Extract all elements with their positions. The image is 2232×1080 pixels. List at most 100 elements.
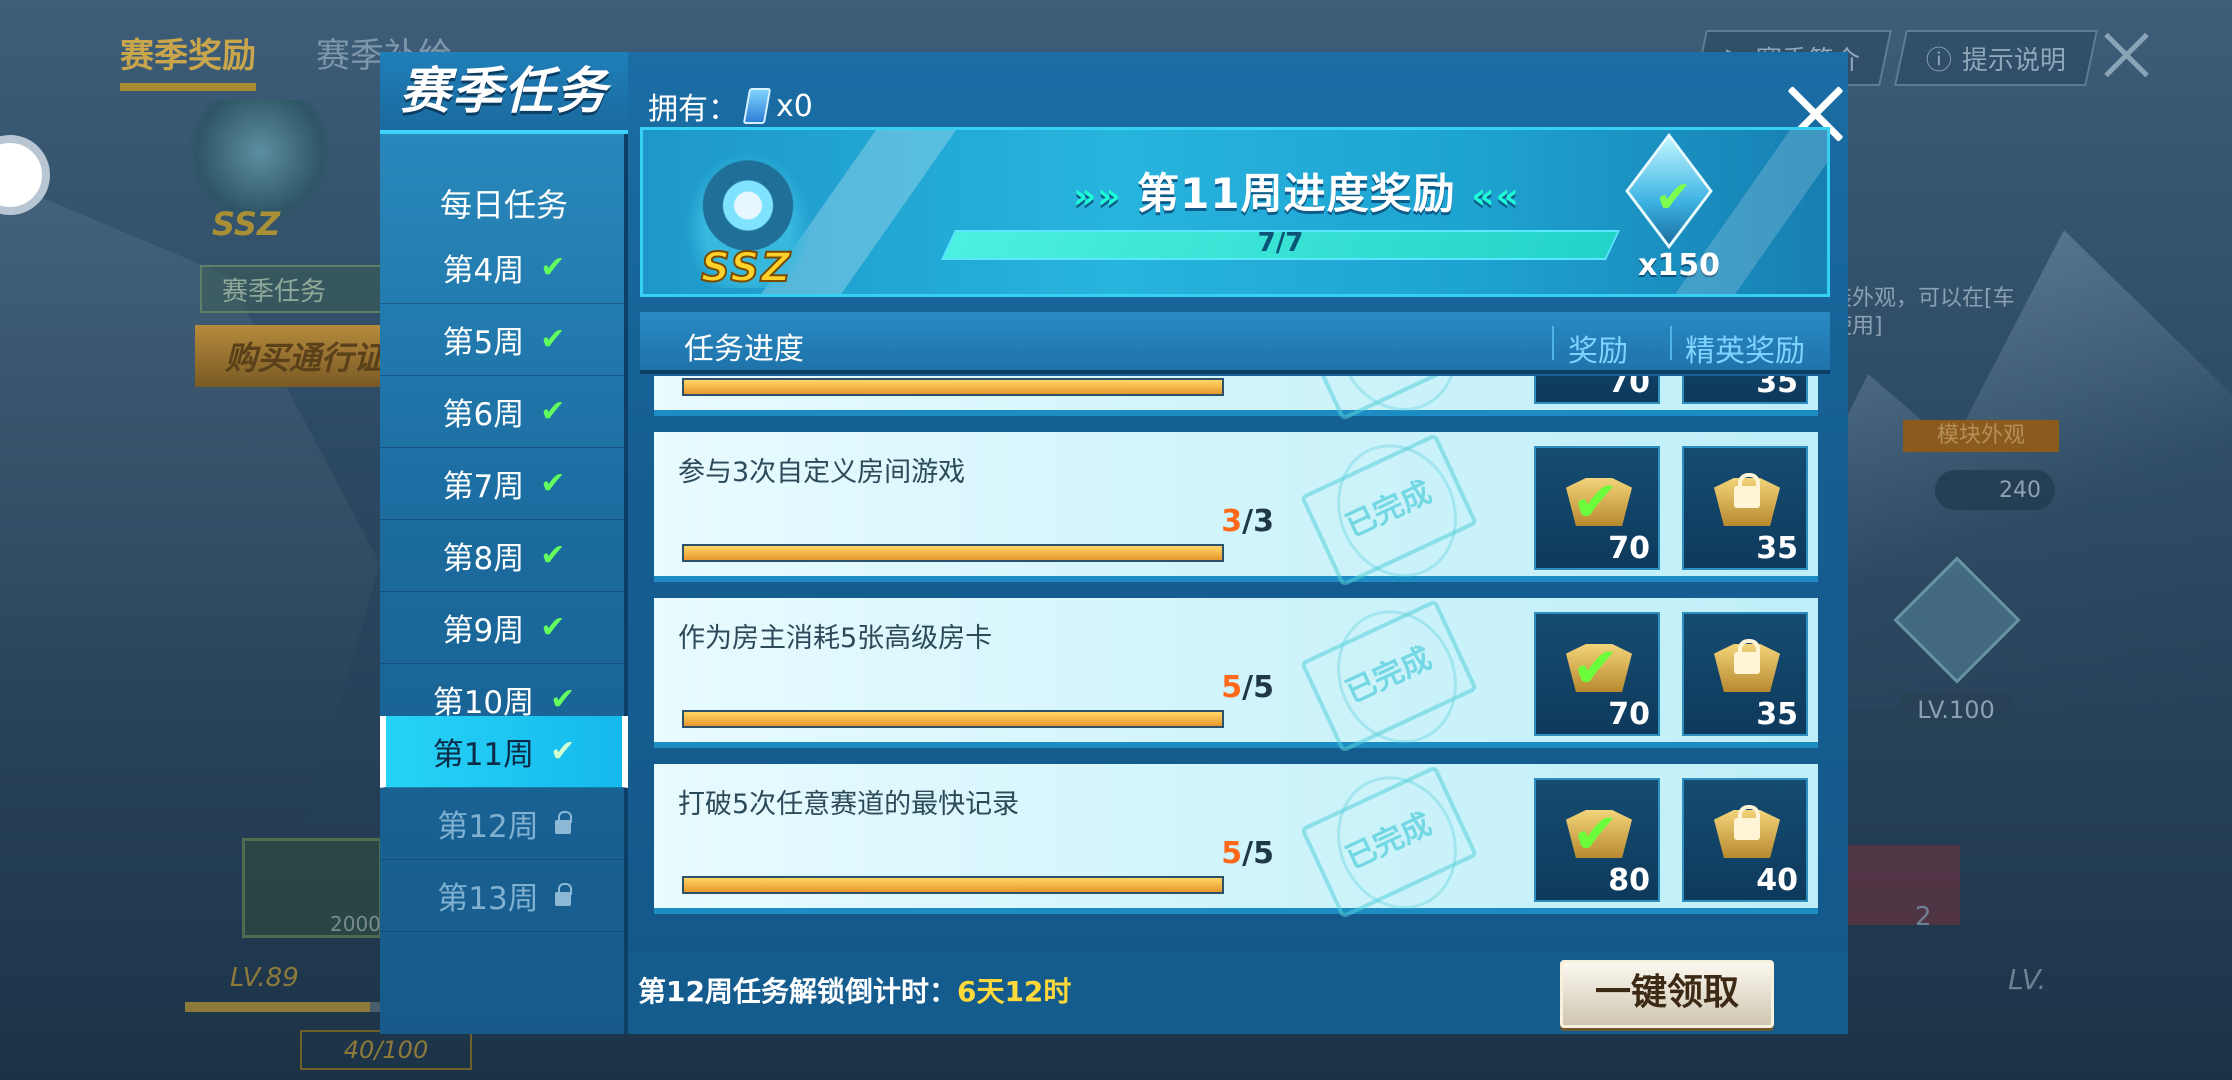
sidebar-item-week-4[interactable]: 第4周 ✔ [380,232,628,304]
sidebar-item-week-6[interactable]: 第6周 ✔ [380,376,628,448]
sidebar-item-week-7[interactable]: 第7周 ✔ [380,448,628,520]
check-icon: ✔ [540,322,566,357]
week-label: 第5周 [442,325,525,361]
check-icon: ✔ [550,734,576,769]
background-stack-count: 2 [1915,902,1932,932]
check-icon: ✔ [1572,636,1619,701]
sidebar-item-week-12[interactable]: 第12周 [380,788,628,860]
ticket-card-icon [742,88,772,124]
elite-reward-slot[interactable]: 35 [1682,446,1808,570]
completed-stamp: 已完成 [1299,376,1479,422]
task-progress-bar [682,378,1224,396]
week-label: 第7周 [442,469,525,505]
background-ssz-logo: SSZ [212,205,281,243]
reward-slot[interactable]: ✔ 70 [1534,612,1660,736]
reward-slot[interactable]: ✔ 80 [1534,778,1660,902]
background-exp-fill [185,1002,370,1012]
header-divider [1552,326,1554,360]
week-progress-banner: SSZ »» 第11周进度奖励 «« 7/7 ✔ x150 [640,127,1830,297]
reward-value: 70 [1608,376,1650,400]
season-task-dialog: 赛季任务 每日任务 第4周 ✔ 第5周 ✔ 第6周 ✔ 第7周 ✔ 第8周 ✔ … [380,52,1848,1034]
task-progress-fill [684,380,1222,394]
completed-stamp: 已完成 [1299,432,1479,588]
completed-stamp: 已完成 [1299,764,1479,920]
task-progress-fill [684,878,1222,892]
dialog-title: 赛季任务 [380,52,628,134]
ticket-owned: 拥有： x0 [648,84,813,128]
background-season-task-button[interactable]: 赛季任务 [200,265,390,313]
task-progress-bar [682,876,1224,894]
elite-reward-slot[interactable]: 35 [1682,612,1808,736]
task-name: 参与3次自定义房间游戏 [678,457,966,488]
reward-value: 80 [1608,863,1650,898]
background-buy-pass-button[interactable]: 购买通行证 [195,325,395,387]
sidebar-item-daily[interactable]: 每日任务 [380,180,628,226]
check-icon: ✔ [540,250,566,285]
lock-icon [1734,639,1760,674]
lock-icon [554,810,572,834]
task-list[interactable]: 已完成 70 35 参与3次自定义房间游戏 3/3 已完成 ✔ 70 35 [640,376,1830,952]
sidebar-item-week-13[interactable]: 第13周 [380,860,628,932]
task-progress-bar [682,544,1224,562]
background-note-line: 使用] [1830,314,1883,339]
reward-value: 70 [1608,531,1650,566]
task-progress-text: 5/5 [1174,836,1274,871]
task-row: 作为房主消耗5张高级房卡 5/5 已完成 ✔ 70 35 [654,598,1818,754]
task-progress-current: 5 [1221,836,1243,871]
tips-button[interactable]: ⓘ 提示说明 [1894,30,2098,86]
background-exp-text: 40/100 [300,1030,472,1070]
elite-reward-slot[interactable]: 35 [1682,376,1808,404]
sidebar-item-week-9[interactable]: 第9周 ✔ [380,592,628,664]
background-module-label: 模块外观 [1903,420,2059,452]
lock-icon [1734,473,1760,508]
check-icon: ✔ [540,394,566,429]
countdown-label: 第12周任务解锁倒计时： [638,975,957,1008]
sidebar-item-week-11[interactable]: 第11周 ✔ [380,716,628,788]
check-icon: ✔ [540,538,566,573]
background-reward-value: 2000 [330,912,381,936]
check-icon: ✔ [550,682,576,717]
task-row: 已完成 70 35 [654,376,1818,422]
task-progress-total: /5 [1242,836,1274,871]
elite-reward-slot[interactable]: 40 [1682,778,1808,902]
task-row: 参与3次自定义房间游戏 3/3 已完成 ✔ 70 35 [654,432,1818,588]
task-progress-fill [684,712,1222,726]
background-note-line: 装外观，可以在[车 [1830,286,2015,311]
task-progress-total: /3 [1242,504,1274,539]
task-panel: 拥有： x0 SSZ »» 第11周进度奖励 «« 7/7 ✔ x150 任务进… [628,52,1848,1034]
task-footer: 第12周任务解锁倒计时：6天12时 一键领取 [628,952,1848,1034]
check-icon: ✔ [540,610,566,645]
reward-count: x150 [1638,248,1720,283]
background-level-left: LV.89 [230,963,299,993]
week-label: 第8周 [442,541,525,577]
task-progress-current: 3 [1221,504,1243,539]
reward-slot[interactable]: ✔ 70 [1534,446,1660,570]
week-label: 第6周 [442,397,525,433]
week-label: 第11周 [432,737,535,773]
task-name: 作为房主消耗5张高级房卡 [678,623,993,654]
claim-all-button[interactable]: 一键领取 [1560,960,1774,1028]
week-progress-text: 7/7 [1257,228,1304,258]
chevron-right-icon: »» [1073,176,1122,217]
reward-slot[interactable]: 70 [1534,376,1660,404]
elite-reward-value: 40 [1756,863,1798,898]
tab-season-rewards[interactable]: 赛季奖励 [120,28,256,91]
owned-label: 拥有： [648,92,738,127]
task-progress-total: /5 [1242,670,1274,705]
sidebar-item-week-8[interactable]: 第8周 ✔ [380,520,628,592]
elite-reward-value: 35 [1756,531,1798,566]
header-divider [1670,326,1672,360]
tips-label: 提示说明 [1961,45,2066,76]
task-progress-current: 5 [1221,670,1243,705]
lock-icon [554,882,572,906]
task-progress-fill [684,546,1222,560]
sidebar-item-week-5[interactable]: 第5周 ✔ [380,304,628,376]
completed-stamp: 已完成 [1299,598,1479,754]
check-icon: ✔ [1655,172,1692,223]
owned-count: x0 [776,88,813,124]
header-reward: 奖励 [1568,334,1628,369]
banner-title-row: »» 第11周进度奖励 «« [1073,160,1520,221]
task-name: 打破5次任意赛道的最快记录 [678,789,1020,820]
background-close-icon[interactable] [2102,30,2152,80]
week-label: 第12周 [437,809,539,845]
